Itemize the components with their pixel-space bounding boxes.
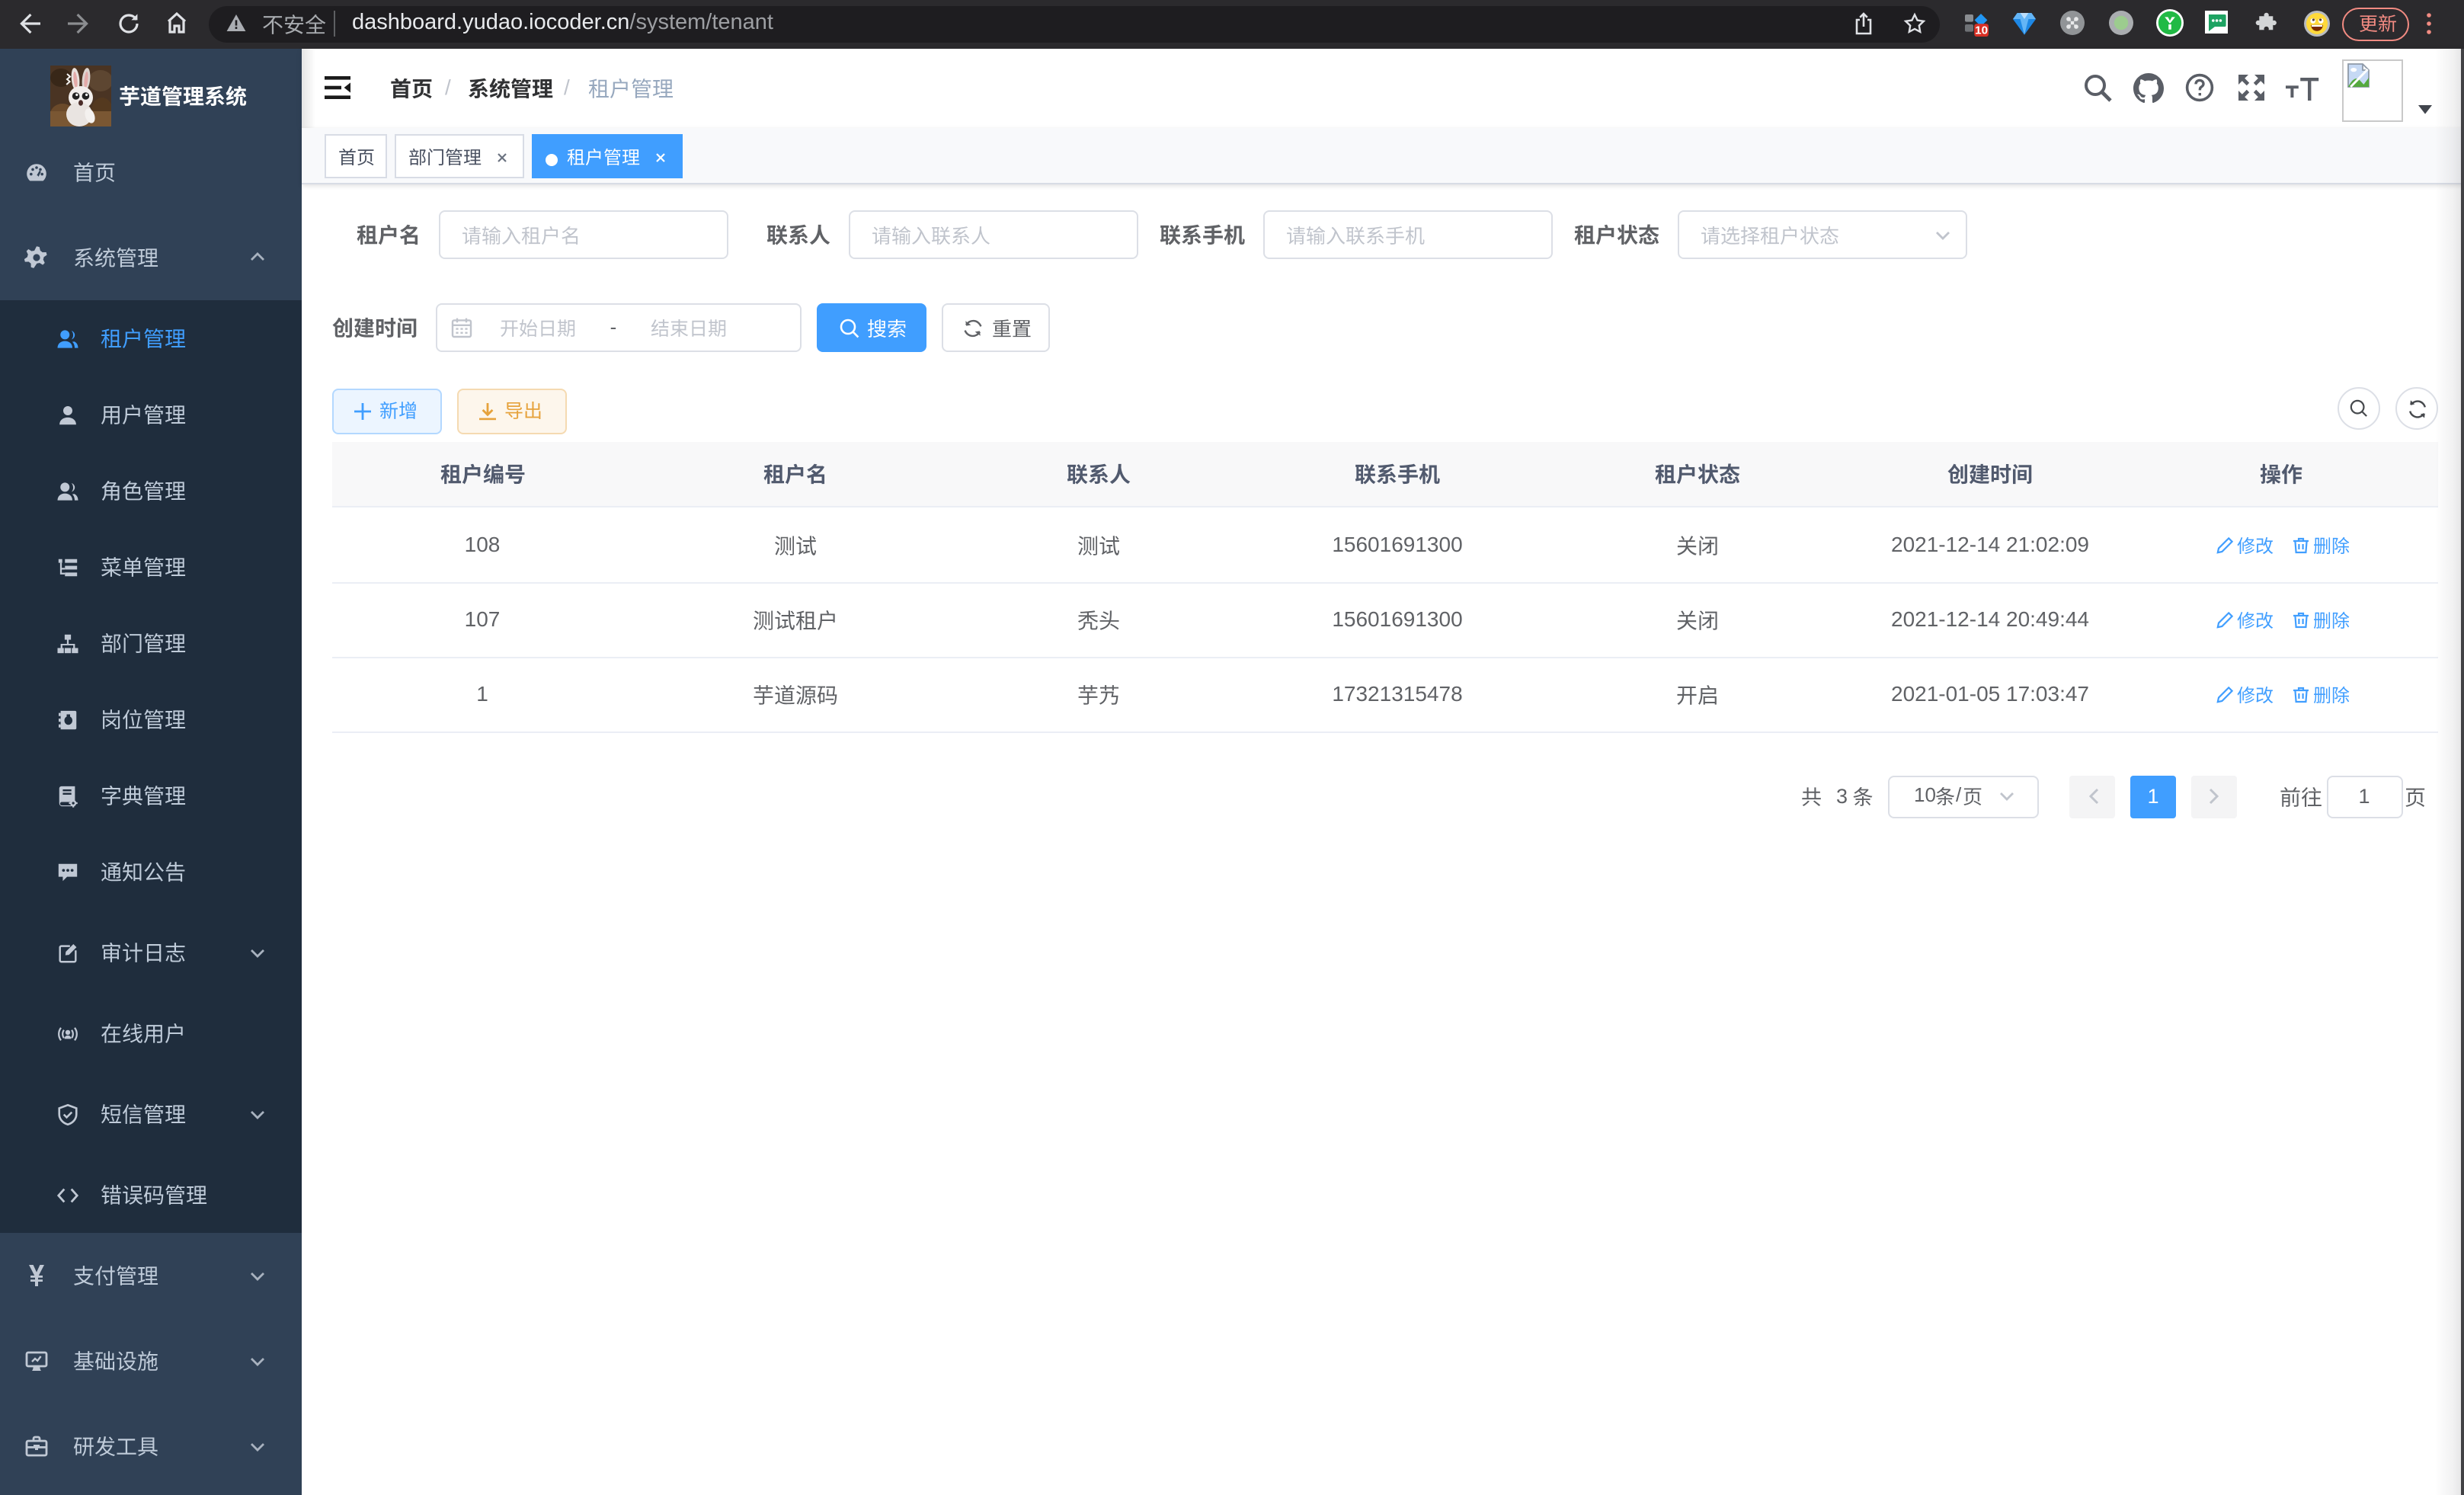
svg-text:10: 10	[1975, 24, 1988, 36]
